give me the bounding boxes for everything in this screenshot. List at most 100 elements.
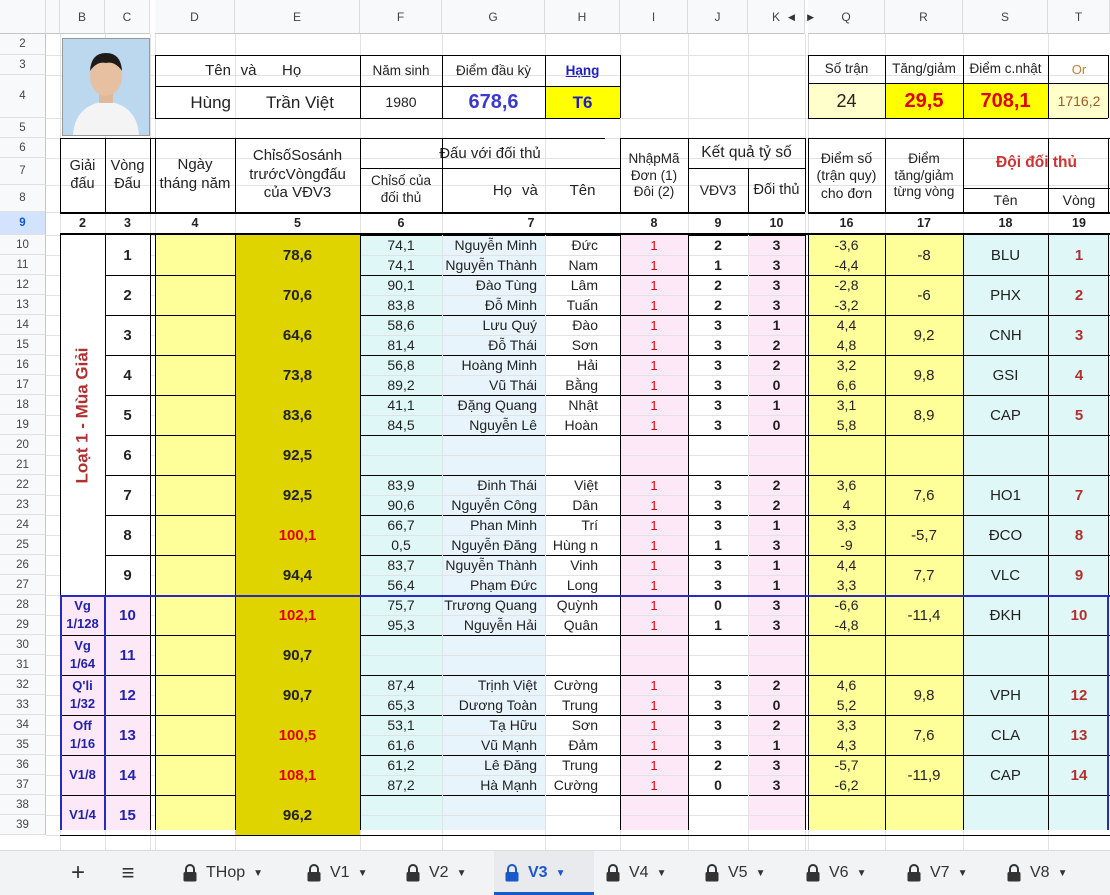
round-index-6[interactable]: 92,5	[235, 435, 360, 475]
header-diem-tang-giam[interactable]: Điểm tăng/giảm từng vòng	[885, 140, 963, 212]
team-round-1[interactable]: 1	[1048, 235, 1110, 275]
column-header-b[interactable]: B	[60, 0, 105, 34]
team-name-7[interactable]: HO1	[963, 475, 1048, 515]
match-type-code[interactable]: 1	[620, 395, 688, 415]
rank-label[interactable]: Hạng	[545, 55, 620, 86]
opponent-given-name[interactable]: Việt	[545, 475, 620, 495]
row-header-6[interactable]: 6	[0, 138, 46, 158]
score-vdv3[interactable]: 3	[688, 395, 748, 415]
opponent-given-name[interactable]: Vinh	[545, 555, 620, 575]
score-opponent[interactable]: 3	[748, 535, 805, 555]
opponent-given-name[interactable]: Đào	[545, 315, 620, 335]
column-number-5[interactable]: 5	[235, 212, 360, 235]
section-label-4[interactable]: Off 1/16	[60, 715, 105, 755]
round-number-7[interactable]: 7	[105, 475, 150, 515]
opponent-index[interactable]: 56,8	[360, 355, 442, 375]
match-type-code[interactable]: 1	[620, 775, 688, 795]
match-points[interactable]: 6,6	[808, 375, 885, 395]
column-number-18[interactable]: 18	[963, 212, 1048, 235]
round-index-14[interactable]: 108,1	[235, 755, 360, 795]
row-header-31[interactable]: 31	[0, 655, 46, 675]
score-opponent[interactable]: 1	[748, 395, 805, 415]
match-type-code[interactable]: 1	[620, 235, 688, 255]
match-type-code[interactable]: 1	[620, 255, 688, 275]
plus-icon[interactable]: +	[60, 851, 96, 895]
match-points[interactable]: 4,4	[808, 555, 885, 575]
row-header-27[interactable]: 27	[0, 575, 46, 595]
round-index-11[interactable]: 90,7	[235, 635, 360, 675]
opponent-surname[interactable]: Đào Tùng	[442, 275, 545, 295]
score-vdv3[interactable]: 3	[688, 495, 748, 515]
row-header-30[interactable]: 30	[0, 635, 46, 655]
column-header-e[interactable]: E	[235, 0, 360, 34]
match-type-code[interactable]: 1	[620, 555, 688, 575]
match-type-code[interactable]: 1	[620, 515, 688, 535]
team-name-5[interactable]: CAP	[963, 395, 1048, 435]
score-opponent[interactable]: 1	[748, 515, 805, 535]
match-type-code[interactable]: 1	[620, 675, 688, 695]
round-delta-11[interactable]	[885, 635, 963, 675]
round-delta-2[interactable]: -6	[885, 275, 963, 315]
round-delta-15[interactable]	[885, 795, 963, 835]
match-points[interactable]: -4,8	[808, 615, 885, 635]
score-vdv3[interactable]: 3	[688, 415, 748, 435]
round-delta-14[interactable]: -11,9	[885, 755, 963, 795]
header-dau-voi-doi-thu[interactable]: Đấu với đối thủ	[360, 138, 620, 168]
row-header-21[interactable]: 21	[0, 455, 46, 475]
column-number-6[interactable]: 6	[360, 212, 442, 235]
opponent-given-name[interactable]: Hùng n	[545, 535, 620, 555]
opponent-given-name[interactable]: Cường	[545, 675, 620, 695]
match-type-code[interactable]: 1	[620, 275, 688, 295]
header-ngay-thang-nam[interactable]: Ngày tháng năm	[155, 138, 235, 212]
start-score-cell[interactable]: 678,6	[442, 86, 545, 118]
opponent-given-name[interactable]: Trí	[545, 515, 620, 535]
match-points[interactable]: -9	[808, 535, 885, 555]
match-points[interactable]: 3,3	[808, 515, 885, 535]
score-vdv3[interactable]: 2	[688, 235, 748, 255]
round-number-1[interactable]: 1	[105, 235, 150, 275]
score-opponent[interactable]: 2	[748, 335, 805, 355]
birth-year-cell[interactable]: 1980	[360, 86, 442, 118]
row-header-33[interactable]: 33	[0, 695, 46, 715]
column-header-d[interactable]: D	[155, 0, 235, 34]
round-index-5[interactable]: 83,6	[235, 395, 360, 435]
opponent-index[interactable]: 61,6	[360, 735, 442, 755]
team-round-14[interactable]: 14	[1048, 755, 1110, 795]
opponent-index[interactable]: 53,1	[360, 715, 442, 735]
match-points[interactable]: 4,6	[808, 675, 885, 695]
updated-cell[interactable]: 708,1	[963, 83, 1048, 118]
sheet-tab-v6[interactable]: V6 ▼	[795, 851, 891, 895]
opponent-surname[interactable]: Đỗ Thái	[442, 335, 545, 355]
row-header-18[interactable]: 18	[0, 395, 46, 415]
opponent-given-name[interactable]: Hải	[545, 355, 620, 375]
row-header-12[interactable]: 12	[0, 275, 46, 295]
row-header-32[interactable]: 32	[0, 675, 46, 695]
round-index-12[interactable]: 90,7	[235, 675, 360, 715]
last-name-cell[interactable]: Trần Việt	[235, 86, 360, 118]
row-header-5[interactable]: 5	[0, 118, 46, 138]
team-round-4[interactable]: 4	[1048, 355, 1110, 395]
score-vdv3[interactable]: 3	[688, 375, 748, 395]
match-points[interactable]: 3,6	[808, 475, 885, 495]
opponent-index[interactable]: 41,1	[360, 395, 442, 415]
opponent-given-name[interactable]: Cường	[545, 775, 620, 795]
score-opponent[interactable]: 0	[748, 415, 805, 435]
match-type-code[interactable]: 1	[620, 475, 688, 495]
round-index-8[interactable]: 100,1	[235, 515, 360, 555]
opponent-surname[interactable]: Dương Toàn	[442, 695, 545, 715]
match-type-code[interactable]: 1	[620, 295, 688, 315]
team-round-5[interactable]: 5	[1048, 395, 1110, 435]
score-opponent[interactable]: 3	[748, 775, 805, 795]
team-name-14[interactable]: CAP	[963, 755, 1048, 795]
opponent-index[interactable]: 66,7	[360, 515, 442, 535]
rank-cell[interactable]: T6	[545, 86, 620, 118]
team-round-7[interactable]: 7	[1048, 475, 1110, 515]
round-index-4[interactable]: 73,8	[235, 355, 360, 395]
opponent-surname[interactable]: Vũ Mạnh	[442, 735, 545, 755]
match-points[interactable]: 5,8	[808, 415, 885, 435]
score-vdv3[interactable]: 2	[688, 755, 748, 775]
team-name-2[interactable]: PHX	[963, 275, 1048, 315]
score-vdv3[interactable]: 3	[688, 575, 748, 595]
opponent-surname[interactable]: Nguyễn Hải	[442, 615, 545, 635]
round-date-7[interactable]	[155, 475, 235, 515]
